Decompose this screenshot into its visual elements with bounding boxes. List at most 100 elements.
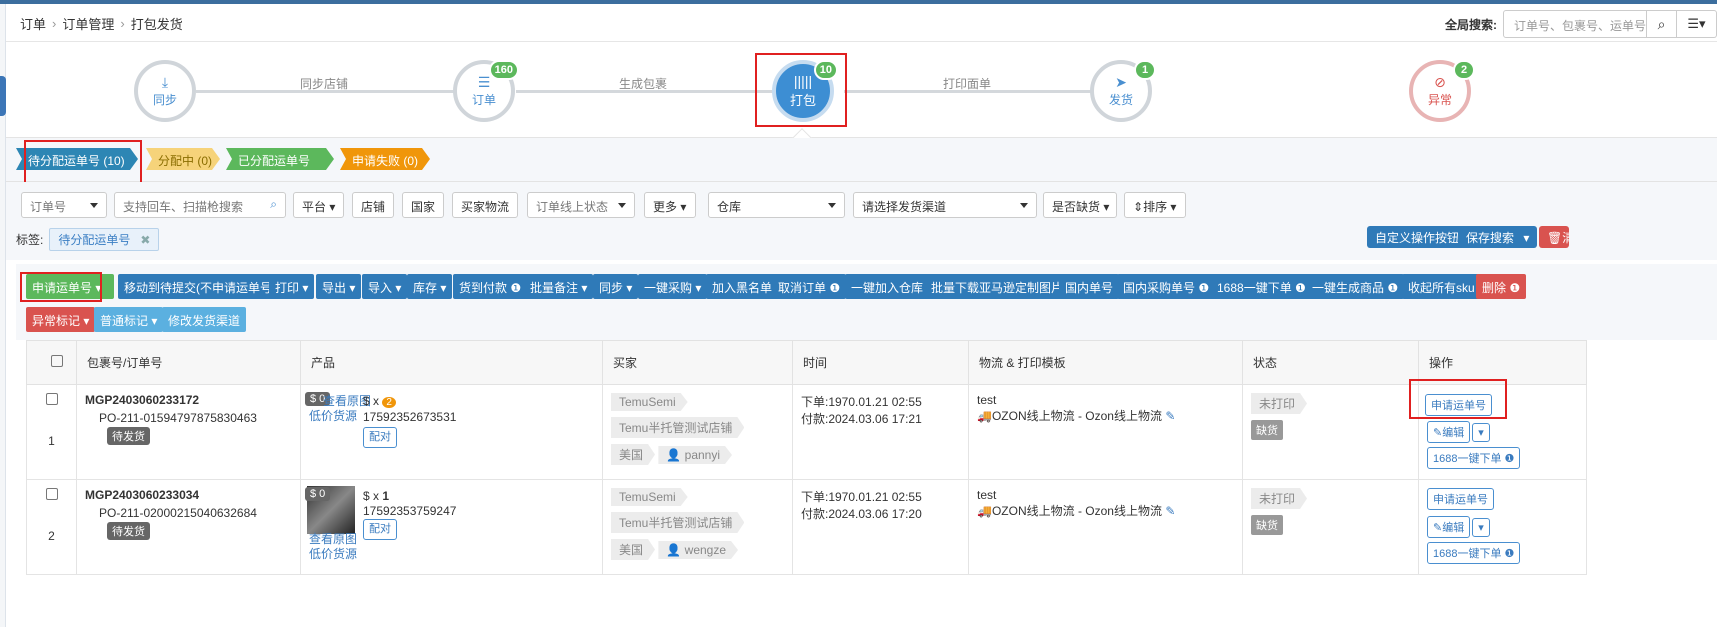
breadcrumb-item[interactable]: 订单 [20, 14, 46, 33]
orders-table: 包裹号/订单号 产品 买家 时间 物流 & 打印模板 状态 操作 1 MGP24… [26, 340, 1717, 627]
online-status-select[interactable]: 订单线上状态 [527, 192, 635, 218]
info-icon: ❶ [829, 281, 841, 295]
eye-slash-icon: ⊘ [1434, 73, 1446, 90]
qty-prefix: $ x [363, 489, 380, 503]
1688-order-row-button[interactable]: 1688一键下单 ❶ [1427, 447, 1521, 469]
collapse-sku-button[interactable]: 收起所有sku [1402, 274, 1481, 299]
apply-waybill-row-button[interactable]: 申请运单号 [1427, 488, 1494, 510]
domestic-no-button[interactable]: 国内单号 [1059, 274, 1120, 299]
low-price-link[interactable]: 低价货源 [309, 547, 357, 562]
buyer-logistics-button[interactable]: 买家物流 [452, 192, 518, 218]
edit-icon[interactable]: ✎ [1165, 504, 1175, 518]
platform-dropdown[interactable]: 平台 ▾ [293, 192, 344, 218]
package-no: MGP2403060233034 [85, 488, 200, 502]
batch-note-dropdown[interactable]: 批量备注 ▾ [524, 274, 594, 299]
edit-dropdown-toggle[interactable]: ▾ [1472, 518, 1490, 537]
info-icon: ❶ [1387, 281, 1399, 295]
generate-product-button[interactable]: 一键生成商品 ❶ [1306, 274, 1405, 299]
country-button[interactable]: 国家 [402, 192, 444, 218]
menu-button[interactable]: ☰▾ [1677, 10, 1717, 38]
user-icon: 👤 [666, 543, 682, 557]
order-time: 下单:1970.01.21 02:55 [801, 395, 922, 409]
cod-button[interactable]: 货到付款 ❶ [453, 274, 528, 299]
col-actions: 操作 [1418, 340, 1587, 385]
info-icon: ❶ [510, 281, 522, 295]
step-orders[interactable]: ☰ 订单 160 [453, 60, 519, 122]
edit-button[interactable]: ✎编辑 [1427, 421, 1471, 443]
row-checkbox[interactable] [45, 488, 58, 500]
country-tag: 美国 [611, 539, 655, 560]
search-icon: ⌕ [270, 197, 277, 211]
step-label: 发货 [1108, 92, 1133, 107]
more-dropdown[interactable]: 更多 ▾ [644, 192, 696, 218]
edit-button[interactable]: ✎编辑 [1427, 516, 1471, 538]
select-all-checkbox[interactable] [50, 355, 63, 367]
normal-mark-dropdown[interactable]: 普通标记 ▾ [94, 307, 164, 332]
col-status: 状态 [1242, 340, 1419, 385]
exception-mark-dropdown[interactable]: 异常标记 ▾ [26, 307, 96, 332]
pair-button[interactable]: 配对 [363, 519, 397, 540]
global-search-input[interactable]: 订单号、包裹号、运单号 [1503, 10, 1647, 38]
sort-dropdown[interactable]: ⇕排序 ▾ [1124, 192, 1186, 218]
tab-assigning[interactable]: 分配中 (0) [146, 148, 220, 170]
tag-chip[interactable]: 待分配运单号 ✖ [49, 228, 160, 251]
search-input[interactable]: 支持回车、扫描枪搜索 ⌕ [114, 192, 286, 218]
user-icon: 👤 [666, 448, 682, 462]
edit-dropdown-toggle[interactable]: ▾ [1472, 423, 1490, 442]
low-price-link[interactable]: 低价货源 [309, 409, 371, 424]
step-exception[interactable]: ⊘ 异常 2 [1409, 60, 1475, 122]
1688-order-row-button[interactable]: 1688一键下单 ❶ [1427, 542, 1521, 564]
truck-icon: 🚚 [977, 409, 992, 423]
custom-action-button[interactable]: 自定义操作按钮 [1367, 226, 1468, 248]
trash-icon: 🗑 [1547, 231, 1563, 245]
1688-order-button[interactable]: 1688一键下单 ❶ [1211, 274, 1312, 299]
header: 订单 › 订单管理 › 打包发货 全局搜索: 订单号、包裹号、运单号 ⌕ ☰▾ [6, 4, 1717, 42]
flow-link-label: 打印面单 [942, 77, 991, 91]
edit-icon[interactable]: ✎ [1165, 409, 1175, 423]
pay-time: 付款:2024.03.06 17:20 [801, 507, 922, 521]
channel-select[interactable]: 请选择发货渠道 [853, 192, 1037, 218]
cancel-order-button[interactable]: 取消订单 ❶ [772, 274, 847, 299]
clear-button[interactable]: 🗑清 [1539, 226, 1569, 248]
add-to-warehouse-button[interactable]: 一键加入仓库 [845, 274, 930, 299]
view-original-link[interactable]: 查看原图 [309, 394, 371, 409]
search-button[interactable]: ⌕ [1647, 10, 1677, 38]
step-sync[interactable]: ⤓ 同步 [134, 60, 196, 122]
modify-channel-button[interactable]: 修改发货渠道 [162, 307, 247, 332]
export-dropdown[interactable]: 导出 ▾ [316, 274, 362, 299]
blacklist-button[interactable]: 加入黑名单 [706, 274, 779, 299]
status-tabs: 待分配运单号 (10) 分配中 (0) 已分配运单号 (0) 申请失败 (0) [6, 138, 1717, 190]
download-amazon-images-button[interactable]: 批量下载亚马逊定制图片 [925, 274, 1070, 299]
price-tag: $ 0 [305, 487, 331, 501]
breadcrumb-item[interactable]: 订单管理 [62, 14, 114, 33]
order-no[interactable]: PO-211-02000215040632684 [85, 506, 292, 520]
print-dropdown[interactable]: 打印 ▾ [269, 274, 315, 299]
close-icon[interactable]: ✖ [140, 233, 150, 247]
save-search-button[interactable]: 保存搜索 ▾ [1458, 226, 1538, 248]
order-no[interactable]: PO-211-01594797875830463 [85, 411, 292, 425]
tab-assigned[interactable]: 已分配运单号 (0) [226, 148, 334, 170]
warehouse-select[interactable]: 仓库 [708, 192, 845, 218]
pair-button[interactable]: 配对 [363, 427, 397, 448]
tab-failed[interactable]: 申请失败 (0) [340, 148, 430, 170]
global-search: 全局搜索: 订单号、包裹号、运单号 ⌕ ☰▾ [1445, 10, 1717, 38]
row-checkbox[interactable] [45, 393, 58, 405]
import-dropdown[interactable]: 导入 ▾ [362, 274, 408, 299]
tag-label: 标签: [16, 233, 44, 247]
sync-dropdown[interactable]: 同步 ▾ [593, 274, 639, 299]
truck-icon: 🚚 [977, 504, 992, 518]
one-click-purchase-dropdown[interactable]: 一键采购 ▾ [638, 274, 708, 299]
inventory-dropdown[interactable]: 库存 ▾ [407, 274, 453, 299]
edit-icon: ✎ [1433, 522, 1443, 534]
move-to-pending-button[interactable]: 移动到待提交(不申请运单号) [118, 274, 282, 299]
step-ship[interactable]: ➤ 发货 1 [1090, 60, 1156, 122]
menu-icon: ☰▾ [1687, 16, 1706, 31]
delete-button[interactable]: 删除 ❶ [1476, 274, 1527, 299]
order-no-select[interactable]: 订单号 [21, 192, 107, 218]
shop-button[interactable]: 店铺 [352, 192, 394, 218]
domestic-purchase-no-button[interactable]: 国内采购单号 ❶ [1117, 274, 1216, 299]
col-buyer: 买家 [602, 340, 793, 385]
view-original-link[interactable]: 查看原图 [309, 532, 357, 547]
count-badge: 1 [1134, 60, 1156, 80]
missing-dropdown[interactable]: 是否缺货 ▾ [1043, 192, 1117, 218]
